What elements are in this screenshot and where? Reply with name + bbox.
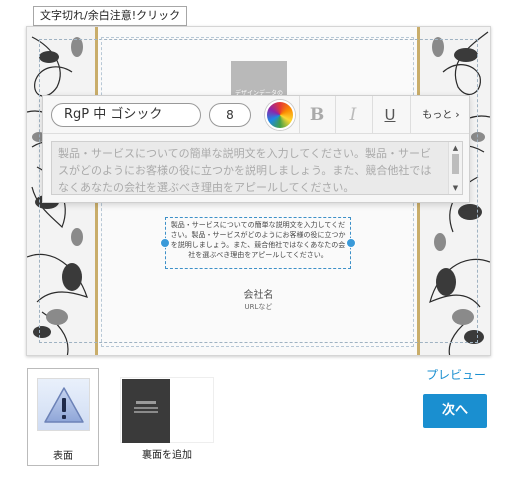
resize-handle-left[interactable]	[160, 238, 170, 248]
description-text: 製品・サービスについての簡単な説明文を入力してください。製品・サービスがどのよう…	[170, 221, 346, 259]
color-wheel-icon[interactable]	[265, 100, 295, 130]
scrollbar-thumb[interactable]	[452, 154, 459, 174]
front-side-label: 表面	[53, 451, 73, 462]
add-back-side-label[interactable]: 裏面を追加	[120, 446, 214, 461]
next-button[interactable]: 次へ	[423, 394, 487, 428]
text-overflow-warning-button[interactable]: 文字切れ/余白注意!クリック	[33, 6, 188, 26]
font-family-select[interactable]: RgP 中 ゴシック	[51, 103, 201, 127]
text-edit-panel: RgP 中 ゴシック 8 B I U もっと › 製品・サービスについての簡単な説…	[42, 95, 470, 203]
company-name-text[interactable]: 会社名	[27, 286, 490, 301]
italic-button[interactable]: I	[335, 96, 371, 134]
selected-description-textbox[interactable]: 製品・サービスについての簡単な説明文を入力してください。製品・サービスがどのよう…	[160, 217, 356, 269]
preview-link[interactable]: プレビュー	[426, 366, 486, 383]
front-side-thumbnail[interactable]: 表面	[27, 368, 99, 466]
scroll-down-arrow-icon[interactable]: ▼	[449, 183, 462, 193]
font-size-input[interactable]: 8	[209, 103, 251, 127]
warning-triangle-icon	[37, 378, 90, 431]
back-side-preview-image	[122, 379, 170, 443]
text-content-value: 製品・サービスについての簡単な説明文を入力してください。製品・サービスがどのよう…	[58, 147, 432, 194]
scroll-up-arrow-icon[interactable]: ▲	[449, 143, 462, 153]
bold-button[interactable]: B	[299, 96, 335, 134]
text-toolbar: RgP 中 ゴシック 8 B I U もっと ›	[43, 96, 469, 134]
chevron-right-icon: ›	[455, 108, 460, 121]
more-options-label: もっと	[422, 110, 453, 121]
url-text[interactable]: URLなど	[27, 302, 490, 312]
text-content-input[interactable]: 製品・サービスについての簡単な説明文を入力してください。製品・サービスがどのよう…	[51, 141, 463, 195]
more-options-button[interactable]: もっと ›	[411, 96, 471, 134]
resize-handle-right[interactable]	[346, 238, 356, 248]
underline-button[interactable]: U	[372, 96, 408, 134]
textarea-scrollbar[interactable]: ▲ ▼	[448, 142, 462, 194]
editor-root: 文字切れ/余白注意!クリック デザインデータの 製品・サービスについての簡単な説…	[0, 0, 530, 478]
add-back-side-thumbnail[interactable]	[120, 377, 214, 443]
